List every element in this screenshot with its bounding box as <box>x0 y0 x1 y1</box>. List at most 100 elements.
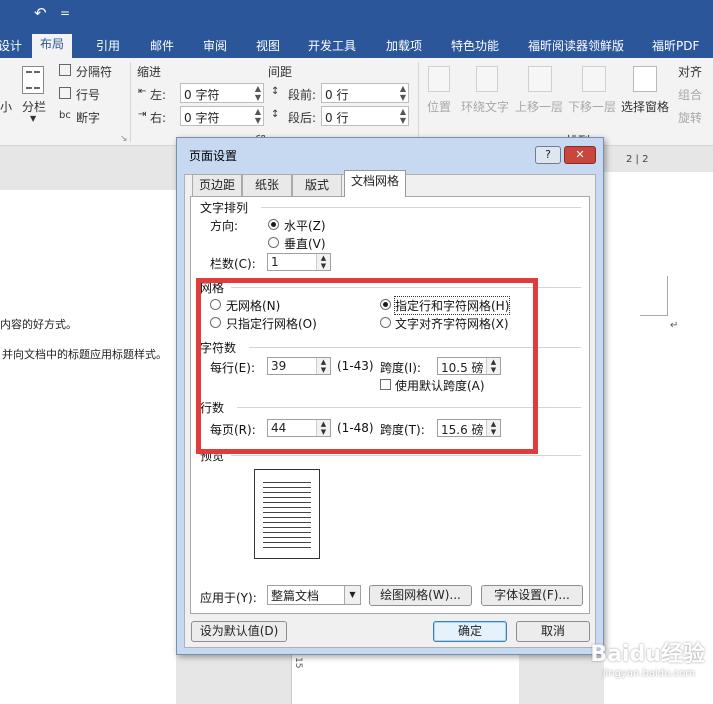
tab-foxit-pdf[interactable]: 福昕PDF <box>648 36 703 58</box>
size-button-label[interactable]: 小 <box>0 98 12 115</box>
send-backward-icon <box>582 66 606 92</box>
columns-label[interactable]: 分栏 <box>22 98 46 115</box>
group-button[interactable]: 组合 <box>678 86 702 103</box>
group-divider <box>130 62 131 142</box>
wrap-text-button[interactable]: 环绕文字 <box>461 98 509 115</box>
horizontal-radio[interactable] <box>268 219 279 230</box>
bring-forward-icon <box>528 66 552 92</box>
no-grid-label[interactable]: 无网格(N) <box>226 297 280 314</box>
char-pitch-spinner[interactable]: ▲ ▼ <box>486 358 500 374</box>
tab-design[interactable]: 设计 <box>0 36 26 58</box>
section-divider <box>249 347 581 348</box>
set-default-button[interactable]: 设为默认值(D) <box>191 621 287 642</box>
tab-layout[interactable]: 版式 <box>292 174 342 196</box>
vertical-radio[interactable] <box>268 237 279 248</box>
rotate-button[interactable]: 旋转 <box>678 109 702 126</box>
tab-margins[interactable]: 页边距 <box>192 174 242 196</box>
tab-view[interactable]: 视图 <box>252 36 284 58</box>
apply-to-select[interactable]: 整篇文档 ▼ <box>267 585 361 605</box>
horizontal-label[interactable]: 水平(Z) <box>284 217 326 234</box>
section-divider <box>231 455 581 456</box>
hyphenation-icon: bc <box>59 110 71 121</box>
chars-per-line-spinner[interactable]: ▲ ▼ <box>316 358 330 374</box>
indent-right-input[interactable]: 0 字符 ▲ ▼ <box>180 106 264 126</box>
qat-customize-icon[interactable]: = <box>60 6 70 20</box>
tab-review[interactable]: 审阅 <box>199 36 231 58</box>
tab-paper[interactable]: 纸张 <box>242 174 292 196</box>
line-and-char-grid-label[interactable]: 指定行和字符网格(H) <box>393 296 511 315</box>
paragraph-mark: ↵ <box>670 320 679 331</box>
use-default-pitch-label[interactable]: 使用默认跨度(A) <box>395 377 485 394</box>
line-pitch-input[interactable]: 15.6 磅 ▲ ▼ <box>437 419 501 437</box>
tab-layout[interactable]: 布局 <box>32 34 73 58</box>
snap-chars-grid-radio[interactable] <box>380 317 391 328</box>
indent-left-icon: ⇤ <box>138 86 147 97</box>
tab-foxit-reader[interactable]: 福昕阅读器领鲜版 <box>524 36 628 58</box>
redo-icon[interactable]: ↶ <box>34 4 47 22</box>
tab-addins[interactable]: 加载项 <box>382 36 426 58</box>
cancel-button[interactable]: 取消 <box>516 621 590 642</box>
line-only-grid-label[interactable]: 只指定行网格(O) <box>226 315 317 332</box>
position-button[interactable]: 位置 <box>427 98 451 115</box>
direction-label: 方向: <box>210 219 239 233</box>
tab-special[interactable]: 特色功能 <box>447 36 503 58</box>
line-pitch-spinner[interactable]: ▲ ▼ <box>486 420 500 436</box>
spacing-before-input[interactable]: 0 行 ▲ ▼ <box>321 83 409 103</box>
columns-dropdown-icon[interactable]: ▼ <box>30 114 36 123</box>
document-page-center[interactable] <box>305 655 519 704</box>
dropdown-arrow-icon[interactable]: ▼ <box>344 586 360 604</box>
dialog-title: 页面设置 <box>189 149 238 163</box>
no-grid-radio[interactable] <box>210 299 221 310</box>
indent-group-label: 缩进 <box>137 65 162 79</box>
document-grid-panel: 文字排列 方向: 水平(Z) 垂直(V) 栏数(C): 1 ▲ ▼ 网格 无网格(… <box>190 196 590 614</box>
characters-section: 字符数 <box>200 341 237 355</box>
preview-section: 预览 <box>200 449 225 463</box>
group-divider <box>418 62 419 142</box>
align-button[interactable]: 对齐 <box>678 63 702 80</box>
hyphenation-button[interactable]: 断字 <box>76 109 100 126</box>
lines-per-page-label: 每页(R): <box>210 423 256 437</box>
line-numbers-button[interactable]: 行号 <box>76 86 100 103</box>
ok-button[interactable]: 确定 <box>433 621 507 642</box>
ribbon-layout: 小 分栏 ▼ 分隔符 行号 bc 断字 缩进 ⇤ 左: 0 字符 ▲ ▼ ⇥ 右: … <box>0 58 713 148</box>
char-pitch-input[interactable]: 10.5 磅 ▲ ▼ <box>437 357 501 375</box>
indent-left-input[interactable]: 0 字符 ▲ ▼ <box>180 83 264 103</box>
vertical-label[interactable]: 垂直(V) <box>284 235 326 252</box>
indent-right-label: 右: <box>150 111 167 125</box>
snap-chars-grid-label[interactable]: 文字对齐字符网格(X) <box>395 315 509 332</box>
font-settings-button[interactable]: 字体设置(F)... <box>481 585 583 606</box>
line-only-grid-radio[interactable] <box>210 317 221 328</box>
columns-spinner[interactable]: ▲ ▼ <box>316 254 330 270</box>
char-pitch-label: 跨度(I): <box>380 361 421 375</box>
drawing-grid-button[interactable]: 绘图网格(W)... <box>369 585 472 606</box>
preview-page <box>254 469 320 559</box>
breaks-button[interactable]: 分隔符 <box>76 63 112 80</box>
document-page-left[interactable]: 内容的好方式。 并向文档中的标题应用标题样式。 <box>0 190 176 704</box>
indent-right-icon: ⇥ <box>138 109 147 120</box>
dialog-launcher-icon[interactable]: ↘ <box>120 134 128 144</box>
tab-developer[interactable]: 开发工具 <box>304 36 360 58</box>
tab-document-grid[interactable]: 文档网格 <box>344 170 406 197</box>
document-page-right[interactable]: ↵ <box>604 172 713 704</box>
tab-references[interactable]: 引用 <box>92 36 124 58</box>
columns-input[interactable]: 1 ▲ ▼ <box>267 253 331 271</box>
ruler-numbers: 2 | 2 <box>626 154 649 165</box>
selection-pane-button[interactable]: 选择窗格 <box>621 98 669 115</box>
send-backward-button[interactable]: 下移一层 <box>568 98 616 115</box>
lines-range: (1-48) <box>337 421 374 435</box>
bring-forward-button[interactable]: 上移一层 <box>515 98 563 115</box>
doc-text-line: 内容的好方式。 <box>0 318 77 331</box>
use-default-pitch-checkbox[interactable] <box>380 379 391 390</box>
lines-per-page-spinner[interactable]: ▲ ▼ <box>316 420 330 436</box>
wrap-text-icon <box>476 66 498 92</box>
columns-icon[interactable] <box>22 66 44 94</box>
preview-lines <box>263 478 311 550</box>
help-button[interactable]: ? <box>535 146 561 164</box>
chars-per-line-input[interactable]: 39 ▲ ▼ <box>267 357 331 375</box>
close-button[interactable]: ✕ <box>564 146 596 164</box>
lines-per-page-input[interactable]: 44 ▲ ▼ <box>267 419 331 437</box>
line-and-char-grid-radio[interactable] <box>380 299 391 310</box>
tab-mailings[interactable]: 邮件 <box>146 36 178 58</box>
chars-range: (1-43) <box>337 359 374 373</box>
spacing-after-input[interactable]: 0 行 ▲ ▼ <box>321 106 409 126</box>
